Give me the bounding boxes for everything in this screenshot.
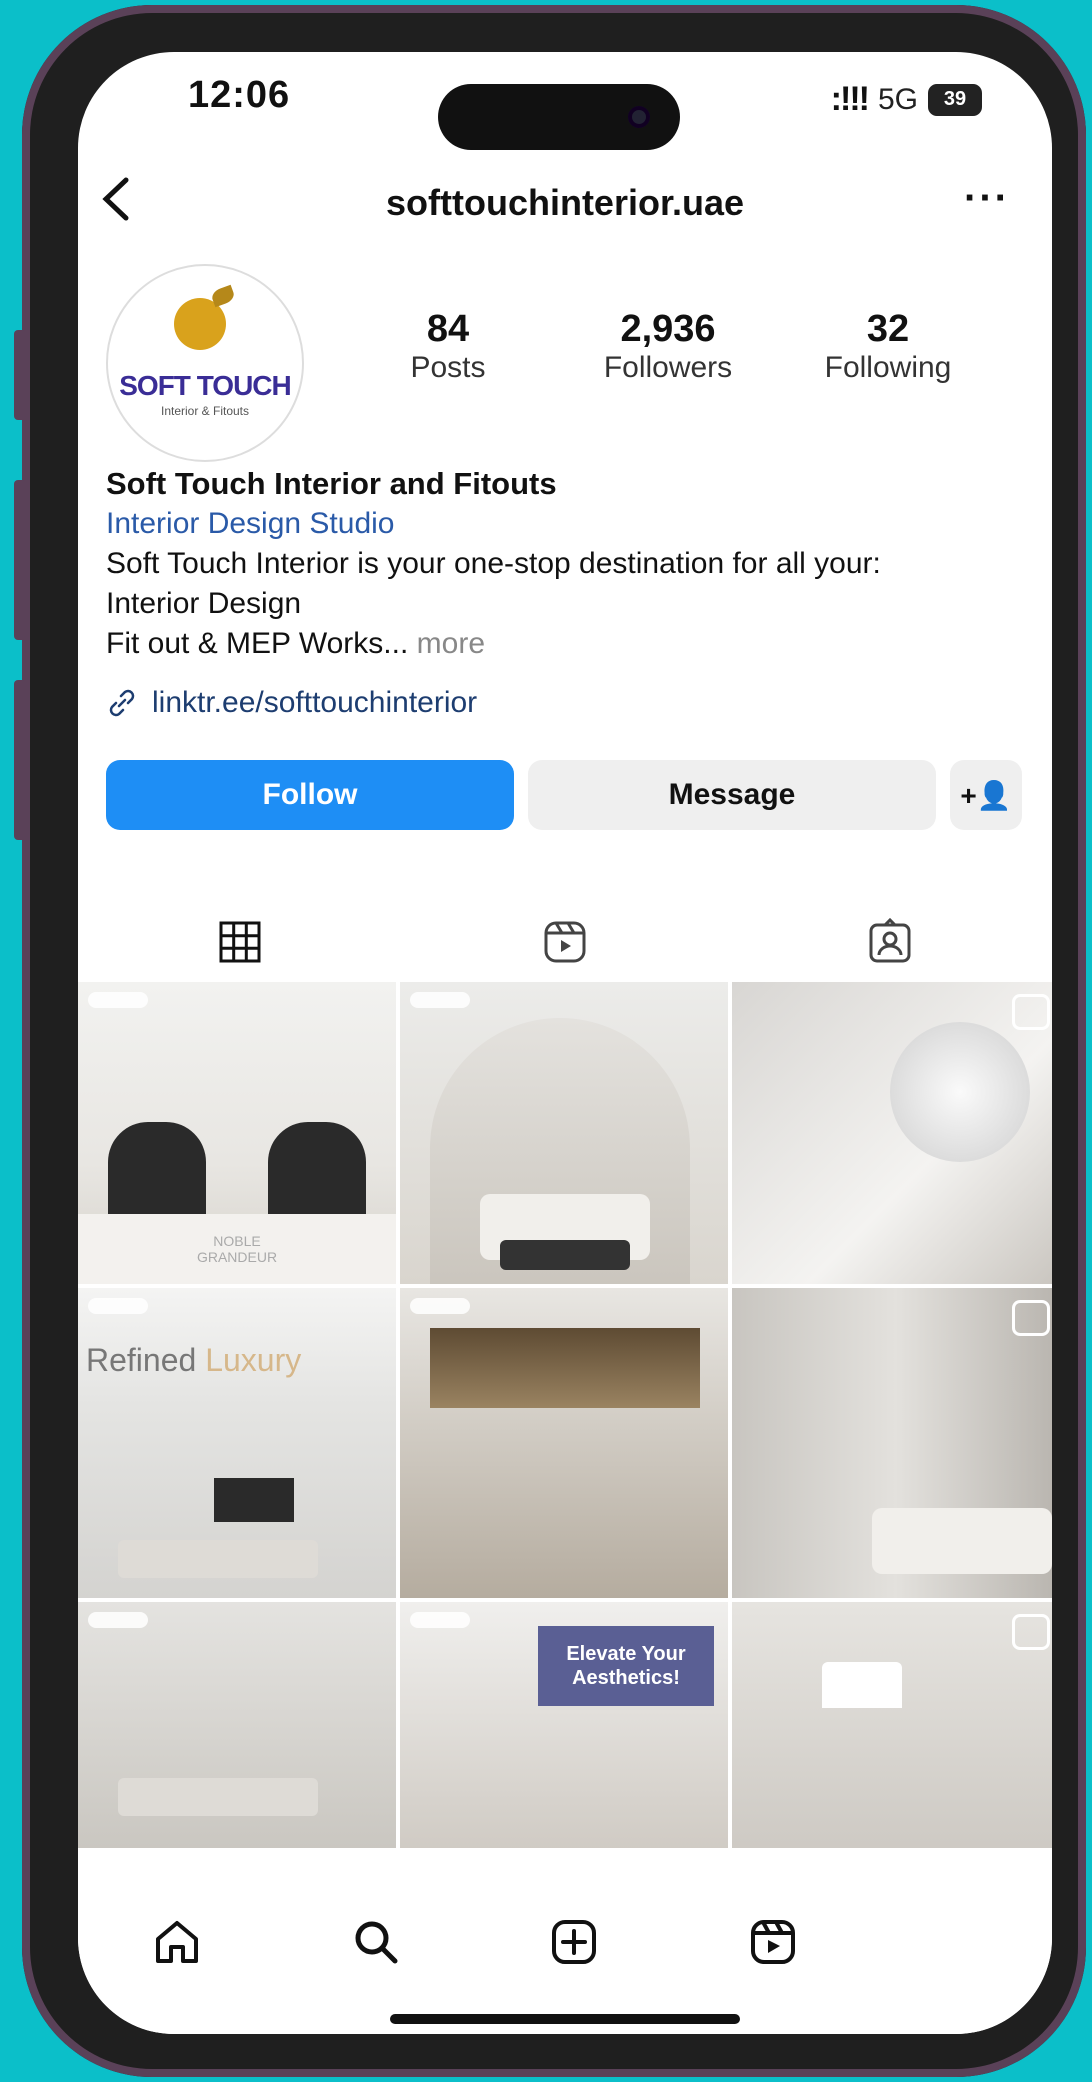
post-caption-text: Elevate Your Aesthetics!: [566, 1643, 686, 1689]
brand-tag: [88, 1612, 148, 1628]
profile-category[interactable]: Interior Design Studio: [106, 504, 1026, 544]
post-caption-text: NOBLE GRANDEUR: [196, 1233, 278, 1265]
post-caption: NOBLE GRANDEUR: [78, 1214, 396, 1284]
brand-tag: [88, 1298, 148, 1314]
post-thumbnail[interactable]: [732, 1602, 1052, 1856]
app-screen: 12:06 :!!! 5G 39 softtouchinterior.uae ·…: [78, 52, 1052, 2034]
plus-square-icon: [552, 1920, 597, 1964]
post-caption: Elevate Your Aesthetics!: [538, 1626, 714, 1706]
home-icon: [156, 1921, 199, 1963]
profile-stats: 84 Posts 2,936 Followers 32 Following: [348, 308, 988, 385]
reels-icon: [544, 921, 586, 963]
profile-bio: Soft Touch Interior and Fitouts Interior…: [106, 464, 1026, 664]
reel-badge-icon: [1012, 1300, 1050, 1336]
tab-grid[interactable]: [78, 902, 403, 982]
nav-search[interactable]: [326, 1892, 426, 1992]
bottom-nav: [78, 1848, 1052, 2034]
post-thumbnail[interactable]: Elevate Your Aesthetics!: [400, 1602, 728, 1856]
post-thumbnail[interactable]: [732, 982, 1052, 1284]
avatar[interactable]: SOFT TOUCH Interior & Fitouts: [106, 264, 304, 462]
nav-create[interactable]: [524, 1892, 624, 1992]
reel-badge-icon: [1012, 1614, 1050, 1650]
wall-panel-image: [430, 1328, 700, 1408]
profile-header: softtouchinterior.uae ···: [78, 162, 1052, 242]
stat-value: 84: [426, 308, 470, 350]
profile-actions: Follow Message +👤: [106, 760, 1024, 830]
posts-grid: NOBLE GRANDEUR Refined Luxury Elevate Yo…: [78, 982, 1052, 1856]
status-indicators: :!!! 5G 39: [831, 80, 982, 119]
tv-image: [214, 1478, 294, 1522]
wall-art-image: [890, 1022, 1030, 1162]
home-indicator[interactable]: [390, 2014, 740, 2024]
grid-icon: [219, 921, 261, 963]
status-bar: 12:06 :!!! 5G 39: [78, 52, 1052, 162]
add-person-icon[interactable]: +👤: [950, 760, 1022, 830]
brand-tag: [410, 1612, 470, 1628]
sofa-image: [118, 1540, 318, 1578]
link-icon: [109, 689, 135, 717]
page-title: softtouchinterior.uae: [385, 182, 745, 223]
stat-label: Following: [824, 351, 952, 384]
posts-count[interactable]: 84 Posts: [348, 308, 548, 385]
tab-reels[interactable]: [403, 902, 728, 982]
followers-count[interactable]: 2,936 Followers: [568, 308, 768, 385]
post-title-b: Luxury: [205, 1342, 302, 1378]
leaf-icon: [209, 284, 237, 308]
bio-more-link[interactable]: more: [408, 627, 485, 660]
profile-tabs: [78, 902, 1052, 982]
bio-line: Soft Touch Interior is your one-stop des…: [106, 547, 881, 580]
post-thumbnail[interactable]: [400, 982, 728, 1284]
logo-text: SOFT TOUCH: [119, 370, 291, 401]
post-thumbnail[interactable]: NOBLE GRANDEUR: [78, 982, 396, 1284]
message-button[interactable]: Message: [528, 760, 936, 830]
post-title: Refined Luxury: [86, 1342, 301, 1379]
search-icon: [355, 1921, 398, 1964]
following-count[interactable]: 32 Following: [788, 308, 988, 385]
post-thumbnail[interactable]: [78, 1602, 396, 1856]
ellipsis-icon[interactable]: ···: [964, 176, 1010, 221]
sofa-image: [118, 1778, 318, 1816]
phone-side-button: [14, 480, 26, 640]
battery-level: 39: [943, 88, 967, 110]
post-thumbnail[interactable]: [400, 1288, 728, 1598]
follow-button[interactable]: Follow: [106, 760, 514, 830]
tab-tagged[interactable]: [727, 902, 1052, 982]
profile-name: Soft Touch Interior and Fitouts: [106, 466, 557, 501]
stat-value: 32: [866, 308, 910, 350]
profile-link[interactable]: linktr.ee/softtouchinterior: [106, 686, 477, 720]
phone-side-button: [14, 680, 26, 840]
brand-tag: [410, 992, 470, 1008]
logo-subtext: Interior & Fitouts: [160, 404, 250, 418]
brand-tag: [88, 992, 148, 1008]
bio-line: Interior Design: [106, 587, 302, 620]
nav-reels[interactable]: [723, 1892, 823, 1992]
signal-icon: :!!!: [830, 80, 870, 118]
post-thumbnail[interactable]: [732, 1288, 1052, 1598]
bio-line: Fit out & MEP Works...: [106, 627, 409, 660]
brand-tag: [410, 1298, 470, 1314]
lamp-image: [822, 1662, 902, 1708]
nav-home[interactable]: [127, 1892, 227, 1992]
stat-label: Posts: [410, 351, 486, 384]
clock: 12:06: [188, 74, 291, 116]
phone-side-button: [14, 330, 26, 420]
reels-icon: [750, 1920, 795, 1964]
network-type: 5G: [877, 82, 918, 116]
tagged-icon: [869, 917, 911, 963]
bed-image: [872, 1508, 1052, 1574]
dynamic-island: [438, 84, 680, 150]
bench-image: [500, 1240, 630, 1270]
post-title-a: Refined: [86, 1342, 206, 1378]
stat-value: 2,936: [620, 308, 716, 350]
camera-icon: [628, 106, 650, 128]
reel-badge-icon: [1012, 994, 1050, 1030]
battery-icon: 39: [928, 83, 982, 116]
post-thumbnail[interactable]: Refined Luxury: [78, 1288, 396, 1598]
link-text: linktr.ee/softtouchinterior: [152, 686, 478, 719]
stat-label: Followers: [603, 351, 733, 384]
